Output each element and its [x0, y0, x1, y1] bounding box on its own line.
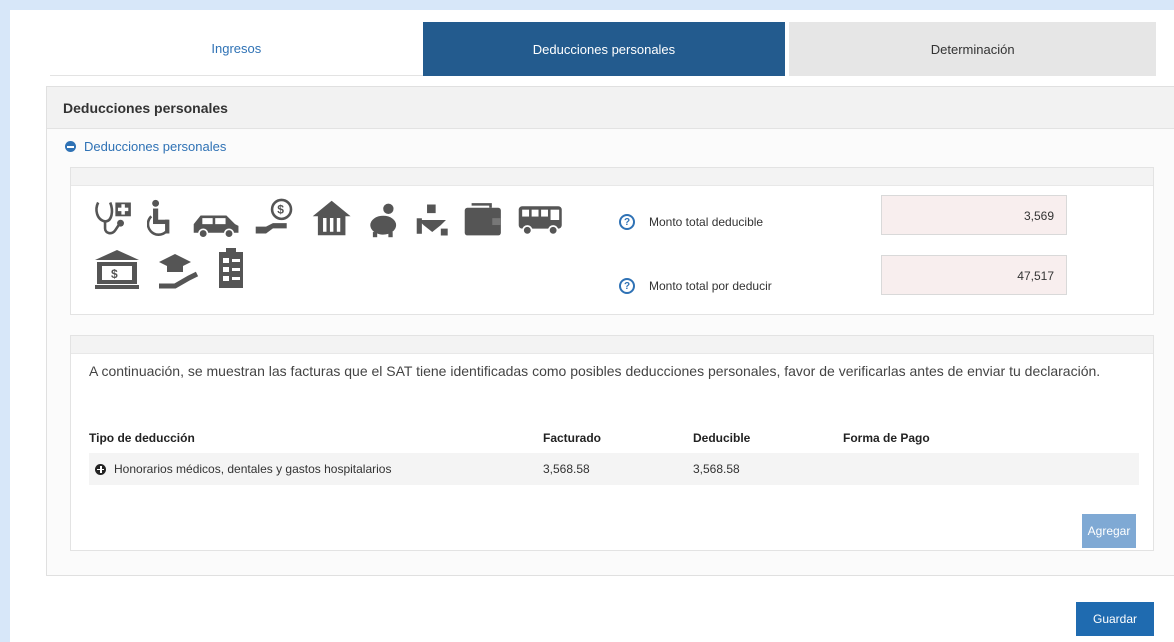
education-icon [159, 254, 199, 289]
deduction-icons: $ $ [93, 196, 563, 296]
collapse-icon[interactable] [65, 141, 76, 152]
disability-icon [146, 199, 169, 236]
donation-icon [416, 204, 448, 236]
help-icon[interactable]: ? [619, 278, 635, 294]
help-icon[interactable]: ? [619, 214, 635, 230]
invoices-table: Tipo de deducción Facturado Deducible Fo… [89, 426, 1139, 485]
svg-text:$: $ [277, 203, 284, 217]
table-row[interactable]: Honorarios médicos, dentales y gastos ho… [89, 453, 1139, 485]
expand-icon[interactable] [95, 463, 106, 475]
pending-total-row: ? Monto total por deducir [619, 278, 772, 294]
svg-text:$: $ [111, 267, 118, 281]
pending-total-field: 47,517 [881, 255, 1067, 295]
section-label: Deducciones personales [84, 139, 227, 154]
insurance-clipboard-icon [219, 248, 243, 288]
section-toggle[interactable]: Deducciones personales [65, 139, 226, 154]
tab-determinacion[interactable]: Determinación [789, 22, 1156, 76]
money-hand-icon: $ [255, 198, 293, 234]
pending-total-label: Monto total por deducir [649, 279, 772, 293]
bus-icon [518, 206, 562, 236]
medical-fees-icon [95, 201, 131, 235]
panel-title: Deducciones personales [47, 87, 1174, 129]
deductions-panel: Deducciones personales Deducciones perso… [46, 86, 1174, 576]
house-icon [312, 200, 351, 236]
page: Ingresos Deducciones personales Determin… [10, 10, 1174, 642]
add-button[interactable]: Agregar [1082, 514, 1136, 548]
invoices-note: A continuación, se muestran las facturas… [89, 363, 1101, 379]
row-facturado: 3,568.58 [543, 462, 590, 476]
header-forma-pago: Forma de Pago [843, 431, 930, 445]
car-icon [193, 215, 239, 239]
tab-deducciones-personales[interactable]: Deducciones personales [422, 22, 786, 76]
deductible-total-label: Monto total deducible [649, 215, 764, 229]
tab-bar: Ingresos Deducciones personales Determin… [50, 22, 1156, 76]
row-tipo: Honorarios médicos, dentales y gastos ho… [114, 462, 392, 476]
wallet-icon [464, 203, 501, 236]
header-facturado: Facturado [543, 431, 602, 445]
deductible-total-row: ? Monto total deducible [619, 214, 763, 230]
row-deducible: 3,568.58 [693, 462, 740, 476]
deductible-total-field: 3,569 [881, 195, 1067, 235]
bank-icon: $ [95, 250, 139, 289]
header-tipo: Tipo de deducción [89, 431, 195, 445]
table-header: Tipo de deducción Facturado Deducible Fo… [89, 426, 1139, 450]
tab-ingresos[interactable]: Ingresos [50, 22, 423, 76]
save-button[interactable]: Guardar [1076, 602, 1154, 636]
piggy-bank-icon [370, 203, 397, 238]
header-deducible: Deducible [693, 431, 751, 445]
invoices-box: A continuación, se muestran las facturas… [70, 335, 1154, 551]
